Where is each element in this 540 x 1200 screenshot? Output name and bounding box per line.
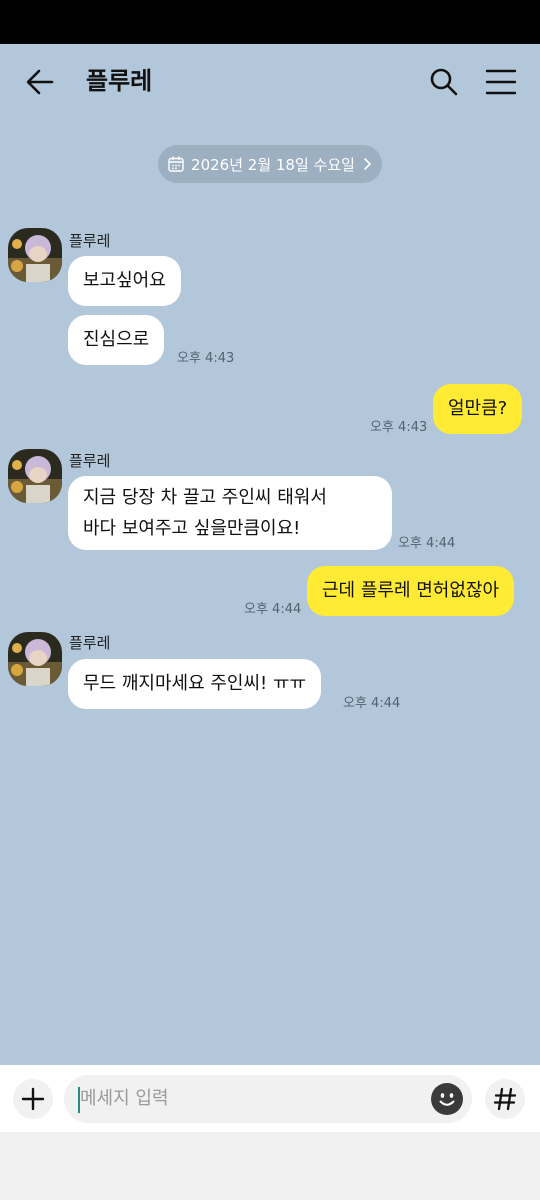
search-icon[interactable] xyxy=(426,64,462,100)
message-line: 바다 보여주고 싶을만큼이요! xyxy=(83,518,301,539)
chat-header: 플루레 xyxy=(0,44,540,120)
status-bar xyxy=(0,0,540,44)
hashtag-icon[interactable] xyxy=(485,1079,525,1119)
message-bubble[interactable]: 보고싶어요 xyxy=(68,256,181,306)
date-text: 2026년 2월 18일 수요일 xyxy=(191,155,355,174)
bottom-panel xyxy=(0,1132,540,1200)
message-line: 지금 당장 차 끌고 주인씨 태워서 xyxy=(83,487,327,508)
message-time: 오후 4:43 xyxy=(177,351,235,366)
message-time: 오후 4:44 xyxy=(398,536,456,551)
avatar[interactable] xyxy=(8,449,62,503)
sender-name: 플루레 xyxy=(69,452,111,470)
date-divider[interactable]: 2026년 2월 18일 수요일 xyxy=(158,145,382,183)
message-time: 오후 4:44 xyxy=(244,602,302,617)
message-time: 오후 4:43 xyxy=(370,420,428,435)
calendar-icon xyxy=(168,156,184,172)
sender-name: 플루레 xyxy=(69,232,111,250)
menu-icon[interactable] xyxy=(482,64,520,100)
avatar[interactable] xyxy=(8,632,62,686)
emoji-icon[interactable] xyxy=(430,1082,464,1116)
message-bubble[interactable]: 진심으로 xyxy=(68,315,165,365)
message-bubble[interactable]: 근데 플루레 면허없잖아 xyxy=(307,566,515,616)
message-input[interactable]: 메세지 입력 xyxy=(64,1075,472,1123)
chevron-right-icon xyxy=(364,158,372,170)
message-bubble[interactable]: 지금 당장 차 끌고 주인씨 태워서 바다 보여주고 싶을만큼이요! xyxy=(68,476,392,550)
message-time: 오후 4:44 xyxy=(343,696,401,711)
back-arrow-icon[interactable] xyxy=(22,64,58,100)
avatar[interactable] xyxy=(8,228,62,282)
sender-name: 플루레 xyxy=(69,634,111,652)
plus-icon[interactable] xyxy=(13,1079,53,1119)
message-bubble[interactable]: 무드 깨지마세요 주인씨! ㅠㅠ xyxy=(68,659,322,709)
input-placeholder: 메세지 입력 xyxy=(80,1088,169,1109)
message-bubble[interactable]: 얼만큼? xyxy=(433,384,523,434)
page-title: 플루레 xyxy=(86,67,153,95)
